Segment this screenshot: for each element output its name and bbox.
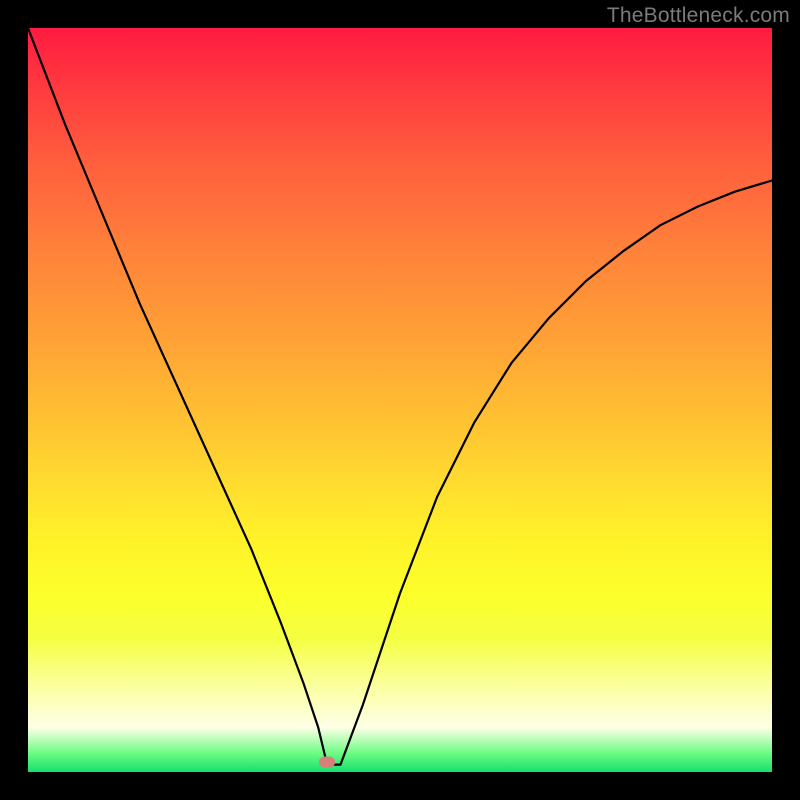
- bottleneck-curve: [28, 28, 772, 772]
- watermark-text: TheBottleneck.com: [607, 4, 790, 28]
- chart-frame: TheBottleneck.com: [0, 0, 800, 800]
- plot-area: [28, 28, 772, 772]
- optimum-marker: [319, 757, 335, 768]
